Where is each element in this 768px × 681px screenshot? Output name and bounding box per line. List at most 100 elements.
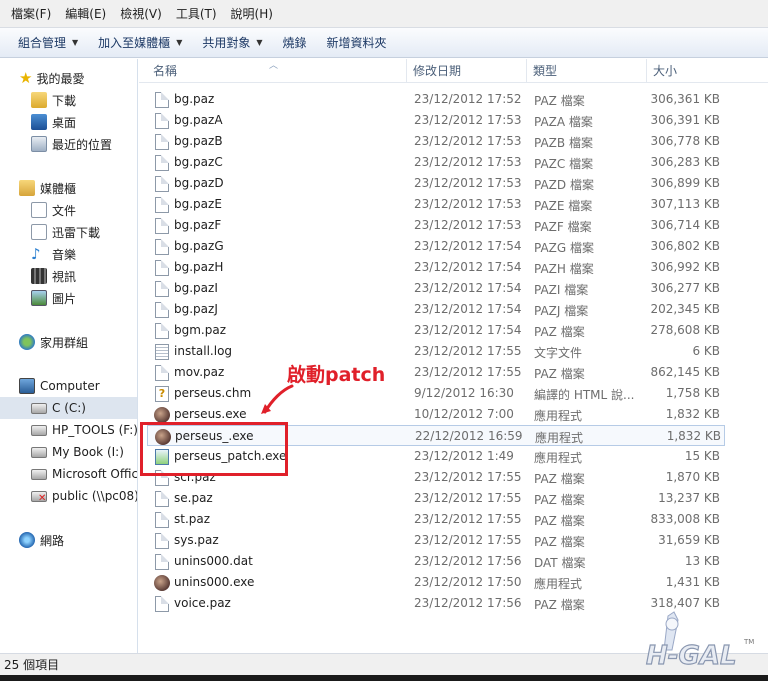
- desktop-icon: [31, 114, 47, 130]
- file-row[interactable]: bg.pazF 23/12/2012 17:53 PAZF 檔案 306,714 KB: [147, 215, 725, 236]
- share-button[interactable]: 共用對象 ▼: [194, 34, 274, 51]
- file-row[interactable]: unins000.dat 23/12/2012 17:56 DAT 檔案 13 KB: [147, 551, 725, 572]
- nav-music[interactable]: ♪ 音樂: [0, 243, 137, 265]
- new-folder-button[interactable]: 新增資料夾: [319, 34, 399, 51]
- menu-help[interactable]: 說明(H): [224, 0, 280, 28]
- file-row[interactable]: bg.pazG 23/12/2012 17:54 PAZG 檔案 306,802 KB: [147, 236, 725, 257]
- star-icon: ★: [19, 69, 33, 87]
- file-row[interactable]: bgm.paz 23/12/2012 17:54 PAZ 檔案 278,608 KB: [147, 320, 725, 341]
- file-size: 1,832 KB: [666, 429, 721, 443]
- nav-computer[interactable]: Computer: [0, 375, 137, 397]
- file-row[interactable]: install.log 23/12/2012 17:55 文字文件 6 KB: [147, 341, 725, 362]
- file-date: 23/12/2012 17:55: [414, 470, 522, 484]
- file-size: 306,283 KB: [650, 155, 720, 169]
- file-icon: [155, 197, 169, 213]
- menu-tools[interactable]: 工具(T): [169, 0, 224, 28]
- nav-desktop[interactable]: 桌面: [0, 111, 137, 133]
- include-library-button[interactable]: 加入至媒體櫃 ▼: [90, 34, 194, 51]
- nav-drive-i[interactable]: My Book (I:): [0, 441, 137, 463]
- file-size: 13 KB: [684, 554, 720, 568]
- file-date: 9/12/2012 16:30: [414, 386, 514, 400]
- file-date: 23/12/2012 17:53: [414, 134, 522, 148]
- file-size: 306,992 KB: [650, 260, 720, 274]
- hard-drive-icon: [31, 468, 47, 480]
- file-row[interactable]: ? perseus.chm 9/12/2012 16:30 編譯的 HTML 說...…: [147, 383, 725, 404]
- file-size: 306,391 KB: [650, 113, 720, 127]
- file-row[interactable]: voice.paz 23/12/2012 17:56 PAZ 檔案 318,407 K…: [147, 593, 725, 614]
- file-date: 23/12/2012 17:54: [414, 323, 522, 337]
- burn-button[interactable]: 燒錄: [275, 34, 319, 51]
- file-type: 編譯的 HTML 說...: [534, 388, 635, 402]
- hard-drive-icon: [31, 446, 47, 458]
- nav-favorites[interactable]: ★ 我的最愛: [0, 67, 137, 89]
- menu-view[interactable]: 檢視(V): [113, 0, 169, 28]
- file-date: 22/12/2012 16:59: [415, 429, 523, 443]
- file-type: 應用程式: [535, 431, 584, 445]
- file-row[interactable]: bg.pazA 23/12/2012 17:53 PAZA 檔案 306,391 KB: [147, 110, 725, 131]
- text-file-icon: [155, 344, 169, 360]
- file-type: 應用程式: [534, 451, 583, 465]
- file-type: PAZB 檔案: [534, 136, 593, 150]
- nav-libraries[interactable]: 媒體櫃: [0, 177, 137, 199]
- include-library-label: 加入至媒體櫃: [98, 36, 171, 50]
- file-icon: [155, 596, 169, 612]
- file-date: 23/12/2012 17:53: [414, 218, 522, 232]
- menu-file[interactable]: 檔案(F): [4, 0, 58, 28]
- nav-downloads[interactable]: 下載: [0, 89, 137, 111]
- file-row[interactable]: bg.pazE 23/12/2012 17:53 PAZE 檔案 307,113 KB: [147, 194, 725, 215]
- file-row[interactable]: bg.pazC 23/12/2012 17:53 PAZC 檔案 306,283 KB: [147, 152, 725, 173]
- nav-thunder-downloads[interactable]: 迅雷下載: [0, 221, 137, 243]
- file-row[interactable]: bg.pazH 23/12/2012 17:54 PAZH 檔案 306,992 KB: [147, 257, 725, 278]
- nav-drive-c[interactable]: C (C:): [0, 397, 137, 419]
- help-file-icon: ?: [155, 386, 169, 402]
- nav-homegroup-label: 家用群組: [40, 335, 89, 350]
- highlight-box: [140, 422, 288, 476]
- file-type: PAZ 檔案: [534, 94, 585, 108]
- file-icon: [155, 512, 169, 528]
- file-icon: [155, 323, 169, 339]
- nav-videos[interactable]: 視訊: [0, 265, 137, 287]
- nav-documents[interactable]: 文件: [0, 199, 137, 221]
- nav-videos-label: 視訊: [52, 269, 77, 284]
- nav-network[interactable]: 網路: [0, 529, 137, 551]
- file-size: 31,659 KB: [658, 533, 720, 547]
- hard-drive-icon: [31, 402, 47, 414]
- nav-drive-f-label: HP_TOOLS (F:): [52, 423, 137, 437]
- file-name: bg.pazG: [174, 239, 224, 253]
- thunder-folder-icon: [31, 224, 47, 240]
- menu-bar: 檔案(F) 編輯(E) 檢視(V) 工具(T) 說明(H): [0, 0, 768, 28]
- column-size[interactable]: 大小: [647, 59, 727, 83]
- nav-pictures[interactable]: 圖片: [0, 287, 137, 309]
- file-icon: [155, 260, 169, 276]
- computer-icon: [19, 378, 35, 394]
- file-name: bgm.paz: [174, 323, 227, 337]
- organize-button[interactable]: 組合管理 ▼: [10, 34, 90, 51]
- nav-drive-office[interactable]: Microsoft Offic: [0, 463, 137, 485]
- nav-homegroup[interactable]: 家用群組: [0, 331, 137, 353]
- file-icon: [155, 113, 169, 129]
- column-type[interactable]: 類型: [527, 59, 647, 83]
- file-date: 23/12/2012 17:55: [414, 491, 522, 505]
- file-row[interactable]: st.paz 23/12/2012 17:55 PAZ 檔案 833,008 KB: [147, 509, 725, 530]
- file-name: sys.paz: [174, 533, 219, 547]
- file-date: 23/12/2012 17:53: [414, 113, 522, 127]
- nav-drive-public[interactable]: ✕ public (\\pc08): [0, 485, 137, 507]
- hgal-watermark-logo: H-GAL TM: [645, 611, 754, 672]
- file-row[interactable]: bg.pazB 23/12/2012 17:53 PAZB 檔案 306,778 KB: [147, 131, 725, 152]
- file-icon: [155, 365, 169, 381]
- column-date[interactable]: 修改日期: [407, 59, 527, 83]
- file-row[interactable]: bg.paz 23/12/2012 17:52 PAZ 檔案 306,361 KB: [147, 89, 725, 110]
- file-row[interactable]: bg.pazI 23/12/2012 17:54 PAZI 檔案 306,277 KB: [147, 278, 725, 299]
- file-row[interactable]: se.paz 23/12/2012 17:55 PAZ 檔案 13,237 KB: [147, 488, 725, 509]
- file-type: PAZA 檔案: [534, 115, 593, 129]
- nav-drive-f[interactable]: HP_TOOLS (F:): [0, 419, 137, 441]
- menu-edit[interactable]: 編輯(E): [58, 0, 113, 28]
- file-row[interactable]: mov.paz 23/12/2012 17:55 PAZ 檔案 862,145 KB: [147, 362, 725, 383]
- nav-recent[interactable]: 最近的位置: [0, 133, 137, 155]
- file-row[interactable]: bg.pazD 23/12/2012 17:53 PAZD 檔案 306,899 KB: [147, 173, 725, 194]
- file-row[interactable]: bg.pazJ 23/12/2012 17:54 PAZJ 檔案 202,345 KB: [147, 299, 725, 320]
- column-name[interactable]: 名稱: [147, 59, 407, 83]
- file-type: 文字文件: [534, 346, 583, 360]
- file-row[interactable]: unins000.exe 23/12/2012 17:50 應用程式 1,431 KB: [147, 572, 725, 593]
- file-row[interactable]: sys.paz 23/12/2012 17:55 PAZ 檔案 31,659 KB: [147, 530, 725, 551]
